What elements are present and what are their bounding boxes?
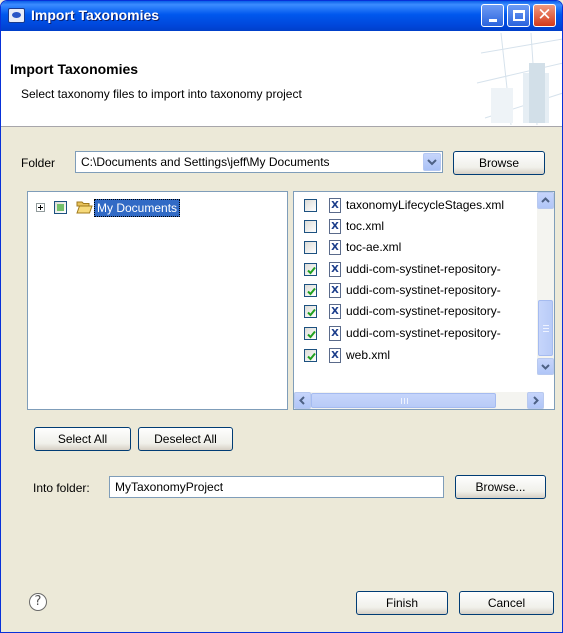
minimize-button[interactable] <box>481 4 504 27</box>
file-list[interactable]: X taxonomyLifecycleStages.xml X toc.xml … <box>293 191 555 410</box>
xml-file-icon: X <box>329 348 341 363</box>
file-checkbox[interactable] <box>304 199 317 212</box>
scroll-right-button[interactable] <box>527 392 544 409</box>
close-icon: ✕ <box>537 5 552 25</box>
checkmark-icon <box>307 352 316 361</box>
file-checkbox[interactable] <box>304 327 317 340</box>
file-list-item[interactable]: X uddi-com-systinet-repository- <box>304 303 544 323</box>
finish-button[interactable]: Finish <box>356 591 448 615</box>
chevron-down-icon <box>541 364 550 370</box>
checkmark-icon <box>307 330 316 339</box>
open-folder-icon <box>76 201 93 214</box>
tree-node-label[interactable]: My Documents <box>94 199 181 217</box>
wizard-banner-graphic <box>471 33 562 125</box>
file-name: uddi-com-systinet-repository- <box>346 262 501 276</box>
file-list-item[interactable]: X toc-ae.xml <box>304 239 544 259</box>
select-all-button[interactable]: Select All <box>34 427 131 451</box>
folder-browse-button[interactable]: Browse <box>453 151 545 175</box>
file-checkbox[interactable] <box>304 241 317 254</box>
window-title: Import Taxonomies <box>31 7 160 23</box>
into-folder-input[interactable]: MyTaxonomyProject <box>109 476 444 498</box>
file-list-item[interactable]: X toc.xml <box>304 218 544 238</box>
checkmark-icon <box>307 266 316 275</box>
page-title: Import Taxonomies <box>10 61 139 77</box>
maximize-icon <box>512 10 525 21</box>
file-name: taxonomyLifecycleStages.xml <box>346 198 505 212</box>
file-name: uddi-com-systinet-repository- <box>346 326 501 340</box>
deselect-all-button[interactable]: Deselect All <box>138 427 233 451</box>
folder-tree[interactable]: My Documents <box>27 191 288 410</box>
maximize-button[interactable] <box>507 4 530 27</box>
minimize-icon <box>488 18 497 22</box>
file-name: toc-ae.xml <box>346 240 402 254</box>
file-name: uddi-com-systinet-repository- <box>346 304 501 318</box>
checkmark-icon <box>307 287 316 296</box>
tree-node-checkbox[interactable] <box>54 201 67 214</box>
vertical-scroll-thumb[interactable] <box>538 300 553 356</box>
xml-file-icon: X <box>329 262 341 277</box>
file-checkbox[interactable] <box>304 263 317 276</box>
xml-file-icon: X <box>329 240 341 255</box>
file-name: uddi-com-systinet-repository- <box>346 283 501 297</box>
into-folder-label: Into folder: <box>33 481 90 495</box>
file-checkbox[interactable] <box>304 349 317 362</box>
scroll-left-button[interactable] <box>294 392 311 409</box>
xml-file-icon: X <box>329 219 341 234</box>
file-name: web.xml <box>346 348 391 362</box>
title-bar[interactable]: Import Taxonomies ✕ <box>1 1 562 31</box>
chevron-up-icon <box>541 197 550 203</box>
import-taxonomies-dialog: Import Taxonomies ✕ Import Taxonomies Se… <box>0 0 563 633</box>
xml-file-icon: X <box>329 326 341 341</box>
expand-plus-icon[interactable] <box>36 203 45 212</box>
checkmark-icon <box>307 308 316 317</box>
file-list-item[interactable]: X uddi-com-systinet-repository- <box>304 282 544 302</box>
folder-combobox[interactable]: C:\Documents and Settings\jeff\My Docume… <box>75 151 443 173</box>
scroll-down-button[interactable] <box>537 358 554 375</box>
file-list-item[interactable]: X uddi-com-systinet-repository- <box>304 325 544 345</box>
into-folder-browse-button[interactable]: Browse... <box>455 475 546 499</box>
horizontal-scrollbar[interactable] <box>294 392 544 409</box>
file-name: toc.xml <box>346 219 385 233</box>
help-icon[interactable]: ? <box>29 593 47 611</box>
page-description: Select taxonomy files to import into tax… <box>21 87 302 101</box>
app-icon <box>8 8 25 23</box>
xml-file-icon: X <box>329 283 341 298</box>
wizard-header: Import Taxonomies Select taxonomy files … <box>1 31 562 127</box>
folder-combobox-value: C:\Documents and Settings\jeff\My Docume… <box>81 155 330 169</box>
horizontal-scroll-thumb[interactable] <box>311 393 496 408</box>
file-list-item[interactable]: X uddi-com-systinet-repository- <box>304 261 544 281</box>
folder-label: Folder <box>21 156 56 170</box>
file-list-item[interactable]: X web.xml <box>304 347 544 367</box>
file-list-item[interactable]: X taxonomyLifecycleStages.xml <box>304 197 544 217</box>
vertical-scrollbar[interactable] <box>537 192 554 375</box>
scroll-up-button[interactable] <box>537 192 554 209</box>
chevron-left-icon <box>299 396 305 405</box>
xml-file-icon: X <box>329 198 341 213</box>
file-checkbox[interactable] <box>304 220 317 233</box>
file-checkbox[interactable] <box>304 284 317 297</box>
chevron-down-icon <box>427 159 437 166</box>
xml-file-icon: X <box>329 304 341 319</box>
cancel-button[interactable]: Cancel <box>459 591 554 615</box>
file-checkbox[interactable] <box>304 305 317 318</box>
chevron-right-icon <box>533 396 539 405</box>
combo-dropdown-button[interactable] <box>423 153 441 171</box>
close-button[interactable]: ✕ <box>533 4 556 27</box>
